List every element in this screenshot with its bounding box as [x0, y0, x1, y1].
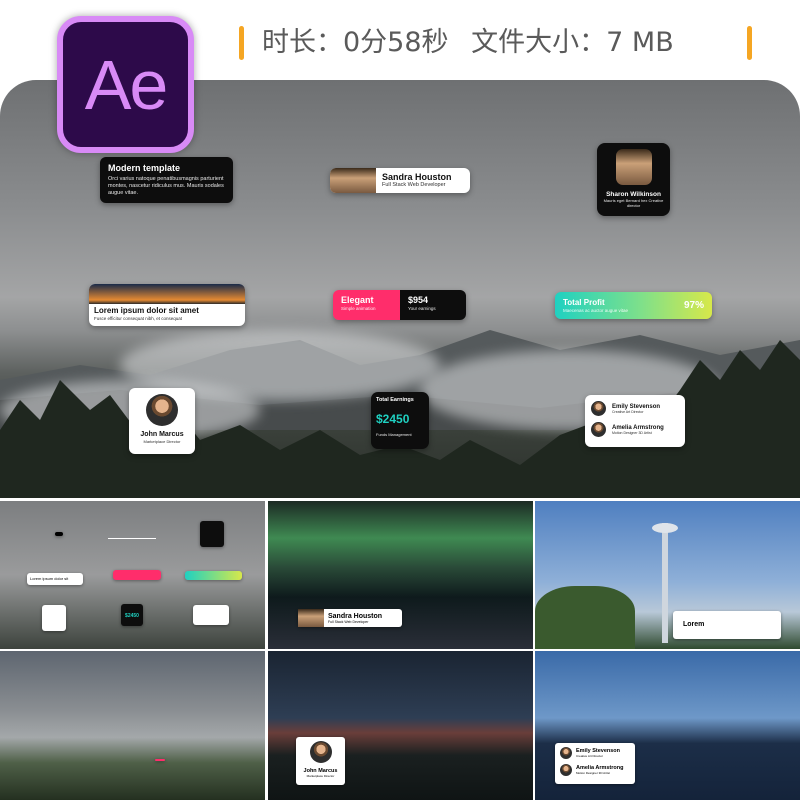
john-name: John Marcus: [140, 431, 184, 438]
elegant-title: Elegant: [341, 295, 374, 305]
thumbnail-2[interactable]: Sandra Houston Full Stack Web Developer: [268, 501, 533, 649]
member-role: Motion Designer 3D Artist: [612, 430, 652, 435]
profit-value: 97%: [683, 300, 704, 311]
mini-sandra-card: Sandra Houston Full Stack Web Developer: [298, 609, 402, 627]
mini-card: [55, 532, 63, 536]
lorem-card: Lorem ipsum dolor sit amet Fusce efficit…: [89, 284, 245, 326]
mini-earnings-value: $2450: [125, 613, 139, 619]
thumbnail-3[interactable]: Lorem: [535, 501, 800, 649]
mini-bar: [155, 759, 165, 761]
accent-bar-right: [747, 26, 752, 60]
mini-profit-card: [185, 571, 242, 580]
team-card: Emily Stevenson Creative Art Director Am…: [585, 395, 685, 447]
after-effects-logo: Ae: [57, 16, 194, 153]
mini-elegant-card: [113, 570, 161, 580]
logo-text: Ae: [84, 45, 169, 124]
modern-template-card: Modern template Orci varius natoque pena…: [100, 157, 233, 203]
sandra-name: Sandra Houston: [382, 172, 452, 182]
mini-team-member: Emily Stevenson Creative Art Director: [560, 747, 630, 759]
team-member: Emily Stevenson Creative Art Director: [591, 401, 679, 416]
avatar: [146, 394, 178, 426]
elegant-sub: Simple animation: [341, 306, 376, 311]
mini-sandra-role: Full Stack Web Developer: [328, 619, 369, 624]
thumbnail-4[interactable]: [0, 651, 265, 800]
elegant-value: $954: [408, 295, 429, 305]
mini-lorem: Lorem ipsum dolor sit: [30, 576, 69, 581]
john-role: Marketplace Director: [143, 439, 181, 444]
avatar: [330, 168, 376, 193]
sharon-card: Sharon Wilkinson Mauris eget Bernard hex…: [597, 143, 670, 216]
mini-earnings-card: $2450: [121, 604, 143, 626]
tower-top: [652, 523, 678, 533]
profit-sub: Maecenas ac auctor augue vitae: [563, 307, 629, 313]
file-info: 时长：0分58秒 文件大小：7 MB: [262, 26, 688, 60]
mini-lorem-box: Lorem: [673, 611, 781, 639]
profit-title: Total Profit: [563, 297, 605, 307]
avatar: [591, 422, 606, 437]
avatar: [298, 609, 324, 627]
elegant-value-sub: Your earnings: [408, 306, 436, 311]
tower: [662, 523, 668, 643]
sharon-name: Sharon Wilkinson: [606, 191, 661, 198]
duration-text: 时长：0分58秒: [262, 27, 449, 58]
total-profit-card: Total Profit Maecenas ac auctor augue vi…: [555, 292, 712, 319]
member-role: Creative Art Director: [612, 409, 644, 414]
mini-lorem-text: Lorem: [683, 621, 705, 628]
elegant-card: Elegant Simple animation $954 Your earni…: [333, 290, 466, 320]
thumbnail-6[interactable]: Emily Stevenson Creative Art Director Am…: [535, 651, 800, 800]
divider: [108, 538, 156, 539]
avatar: [309, 741, 332, 763]
mini-member-role: Creative Art Director: [576, 754, 604, 758]
mini-john-role: Marketplace Director: [306, 774, 335, 778]
elegant-right: $954 Your earnings: [400, 290, 466, 320]
elegant-left: Elegant Simple animation: [333, 290, 400, 320]
sharon-role: Mauris eget Bernard hex Creative directo…: [603, 198, 664, 208]
thumbnail-5[interactable]: John Marcus Marketplace Director: [268, 651, 533, 800]
mini-card: [200, 521, 224, 547]
tree-foliage: [535, 586, 635, 649]
total-earnings-card: Total Earnings $2450 Funds Management: [371, 392, 429, 449]
mini-lorem-card: Lorem ipsum dolor sit: [27, 573, 83, 585]
earnings-title: Total Earnings: [376, 397, 414, 403]
earnings-sub: Funds Management: [376, 432, 412, 437]
lorem-sub: Fusce efficitur consequat nibh, et conse…: [94, 316, 182, 321]
mini-team-member: Amelia Armstrong Motion Designer 3D Arti…: [560, 764, 630, 776]
avatar: [560, 747, 572, 759]
earnings-value: $2450: [376, 412, 410, 426]
sunset-image: [89, 284, 245, 304]
modern-title: Modern template: [108, 163, 181, 173]
modern-body: Orci varius natoque penatibusmagnis part…: [108, 176, 224, 196]
mini-member-role: Motion Designer 3D Artist: [576, 771, 611, 775]
avatar: [615, 149, 652, 185]
mini-team-card: Emily Stevenson Creative Art Director Am…: [555, 743, 635, 784]
avatar: [591, 401, 606, 416]
lorem-title: Lorem ipsum dolor sit amet: [94, 306, 199, 315]
avatar: [560, 764, 572, 776]
john-card: John Marcus Marketplace Director: [129, 388, 195, 454]
filesize-text: 文件大小：7 MB: [471, 27, 674, 58]
mini-team-card: [193, 605, 229, 625]
team-member: Amelia Armstrong Motion Designer 3D Arti…: [591, 422, 679, 437]
mini-john-card: [42, 605, 66, 631]
mini-sandra-name: Sandra Houston: [328, 612, 383, 620]
sandra-role: Full Stack Web Developer: [382, 182, 446, 188]
thumbnail-1[interactable]: Lorem ipsum dolor sit $2450: [0, 501, 265, 649]
sandra-card: Sandra Houston Full Stack Web Developer: [330, 168, 470, 193]
accent-bar-left: [239, 26, 244, 60]
mini-john-card: John Marcus Marketplace Director: [296, 737, 345, 785]
